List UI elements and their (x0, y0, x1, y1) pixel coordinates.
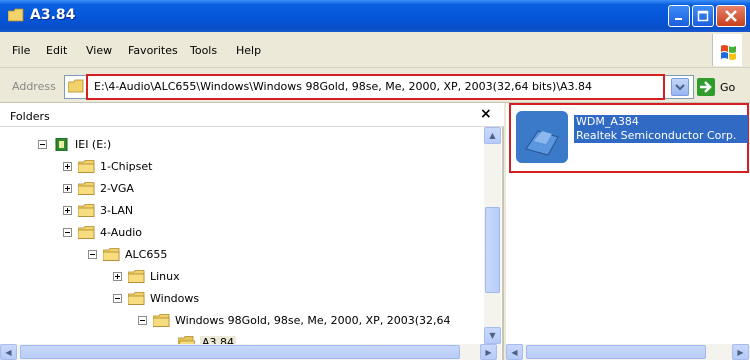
windows-flag-icon (721, 45, 736, 60)
collapse-icon[interactable] (38, 139, 47, 149)
minimize-icon (675, 18, 682, 20)
tree-node-label: IEI (E:) (75, 137, 112, 151)
folder-icon (78, 181, 95, 195)
folder-icon (78, 159, 95, 173)
tree-node[interactable]: 1-Chipset (63, 157, 152, 175)
scroll-left-button[interactable]: ◀ (0, 344, 17, 360)
go-button[interactable] (697, 78, 715, 96)
tree-node[interactable]: 3-LAN (63, 201, 133, 219)
tree-node-label: Windows 98Gold, 98se, Me, 2000, XP, 2003… (175, 313, 451, 327)
menu-view[interactable]: View (86, 44, 112, 57)
scroll-right-button[interactable]: ▶ (480, 344, 497, 360)
chevron-down-icon (675, 84, 685, 91)
tree-node-label: 1-Chipset (100, 159, 153, 173)
collapse-icon[interactable] (113, 293, 122, 303)
folder-icon (68, 79, 84, 93)
setup-icon (516, 111, 568, 163)
address-dropdown-button[interactable] (671, 78, 689, 96)
folder-icon (78, 203, 95, 217)
address-bar: Address E:\4-Audio\ALC655\Windows\Window… (0, 69, 750, 103)
horizontal-scrollbar[interactable]: ◀ ▶ (506, 344, 750, 360)
tree-node[interactable]: 4-Audio (63, 223, 142, 241)
folder-icon (128, 269, 145, 283)
windows-logo (712, 34, 742, 66)
folders-title: Folders (10, 110, 50, 123)
tree-node-label: 4-Audio (100, 225, 142, 239)
menu-tools[interactable]: Tools (190, 44, 217, 57)
expand-icon[interactable] (63, 205, 72, 215)
collapse-icon[interactable] (63, 227, 72, 237)
tree-node-label: 3-LAN (100, 203, 134, 217)
scroll-right-button[interactable]: ▶ (732, 344, 749, 360)
expand-icon[interactable] (63, 161, 72, 171)
scroll-up-button[interactable]: ▲ (484, 127, 501, 144)
title-bar[interactable]: A3.84 (0, 0, 750, 32)
tree-node[interactable]: Linux (113, 267, 180, 285)
close-icon (725, 10, 737, 22)
horizontal-scrollbar[interactable]: ◀ ▶ (0, 344, 501, 360)
expand-icon[interactable] (113, 271, 122, 281)
maximize-button[interactable] (692, 5, 714, 27)
menu-favorites[interactable]: Favorites (128, 44, 178, 57)
file-label: WDM_A384 Realtek Semiconductor Corp. (574, 115, 748, 143)
folder-icon (128, 291, 145, 305)
folder-icon (153, 313, 170, 327)
tree-node-label: Windows (150, 291, 200, 305)
scroll-thumb[interactable] (526, 345, 706, 359)
collapse-icon[interactable] (88, 249, 97, 259)
tree-node[interactable]: 2-VGA (63, 179, 134, 197)
window-title: A3.84 (30, 7, 76, 23)
folders-pane: Folders × IEI (E:) 1-Chipset 2-VGA 3-LAN 4-A… (0, 103, 504, 360)
folders-close-button[interactable]: × (480, 106, 492, 122)
folder-icon (103, 247, 120, 261)
go-label[interactable]: Go (720, 81, 735, 94)
tree-node-label: ALC655 (125, 247, 168, 261)
folder-tree: IEI (E:) 1-Chipset 2-VGA 3-LAN 4-Audio ALC655… (0, 127, 484, 345)
scroll-thumb[interactable] (20, 345, 460, 359)
menu-edit[interactable]: Edit (46, 44, 67, 57)
folders-header: Folders × (0, 103, 504, 127)
tree-node-label: 2-VGA (100, 181, 134, 195)
close-button[interactable] (716, 5, 746, 27)
folder-icon (78, 225, 95, 239)
collapse-icon[interactable] (138, 315, 147, 325)
address-label: Address (12, 80, 56, 93)
arrow-right-icon (700, 81, 712, 93)
file-name: WDM_A384 (576, 115, 639, 128)
scroll-left-button[interactable]: ◀ (506, 344, 523, 360)
files-pane: WDM_A384 Realtek Semiconductor Corp. ◀ ▶ (506, 103, 750, 360)
address-input[interactable]: E:\4-Audio\ALC655\Windows\Windows 98Gold… (94, 80, 592, 93)
scroll-down-button[interactable]: ▼ (484, 327, 501, 344)
drive-icon (55, 137, 68, 151)
tree-node[interactable]: Windows 98Gold, 98se, Me, 2000, XP, 2003… (138, 311, 451, 329)
tree-node[interactable]: Windows (113, 289, 199, 307)
menu-bar: File Edit View Favorites Tools Help (0, 32, 750, 68)
maximize-icon (697, 10, 709, 22)
tree-node[interactable]: ALC655 (88, 245, 167, 263)
folder-window-icon (8, 8, 24, 22)
file-company: Realtek Semiconductor Corp. (576, 129, 737, 142)
vertical-scrollbar[interactable]: ▲ ▼ (484, 127, 501, 344)
scroll-thumb[interactable] (485, 207, 500, 293)
tree-node[interactable]: IEI (E:) (38, 135, 111, 153)
file-item[interactable]: WDM_A384 Realtek Semiconductor Corp. (514, 109, 750, 167)
expand-icon[interactable] (63, 183, 72, 193)
menu-file[interactable]: File (12, 44, 30, 57)
menu-help[interactable]: Help (236, 44, 261, 57)
minimize-button[interactable] (668, 5, 690, 27)
tree-node-label: Linux (150, 269, 180, 283)
